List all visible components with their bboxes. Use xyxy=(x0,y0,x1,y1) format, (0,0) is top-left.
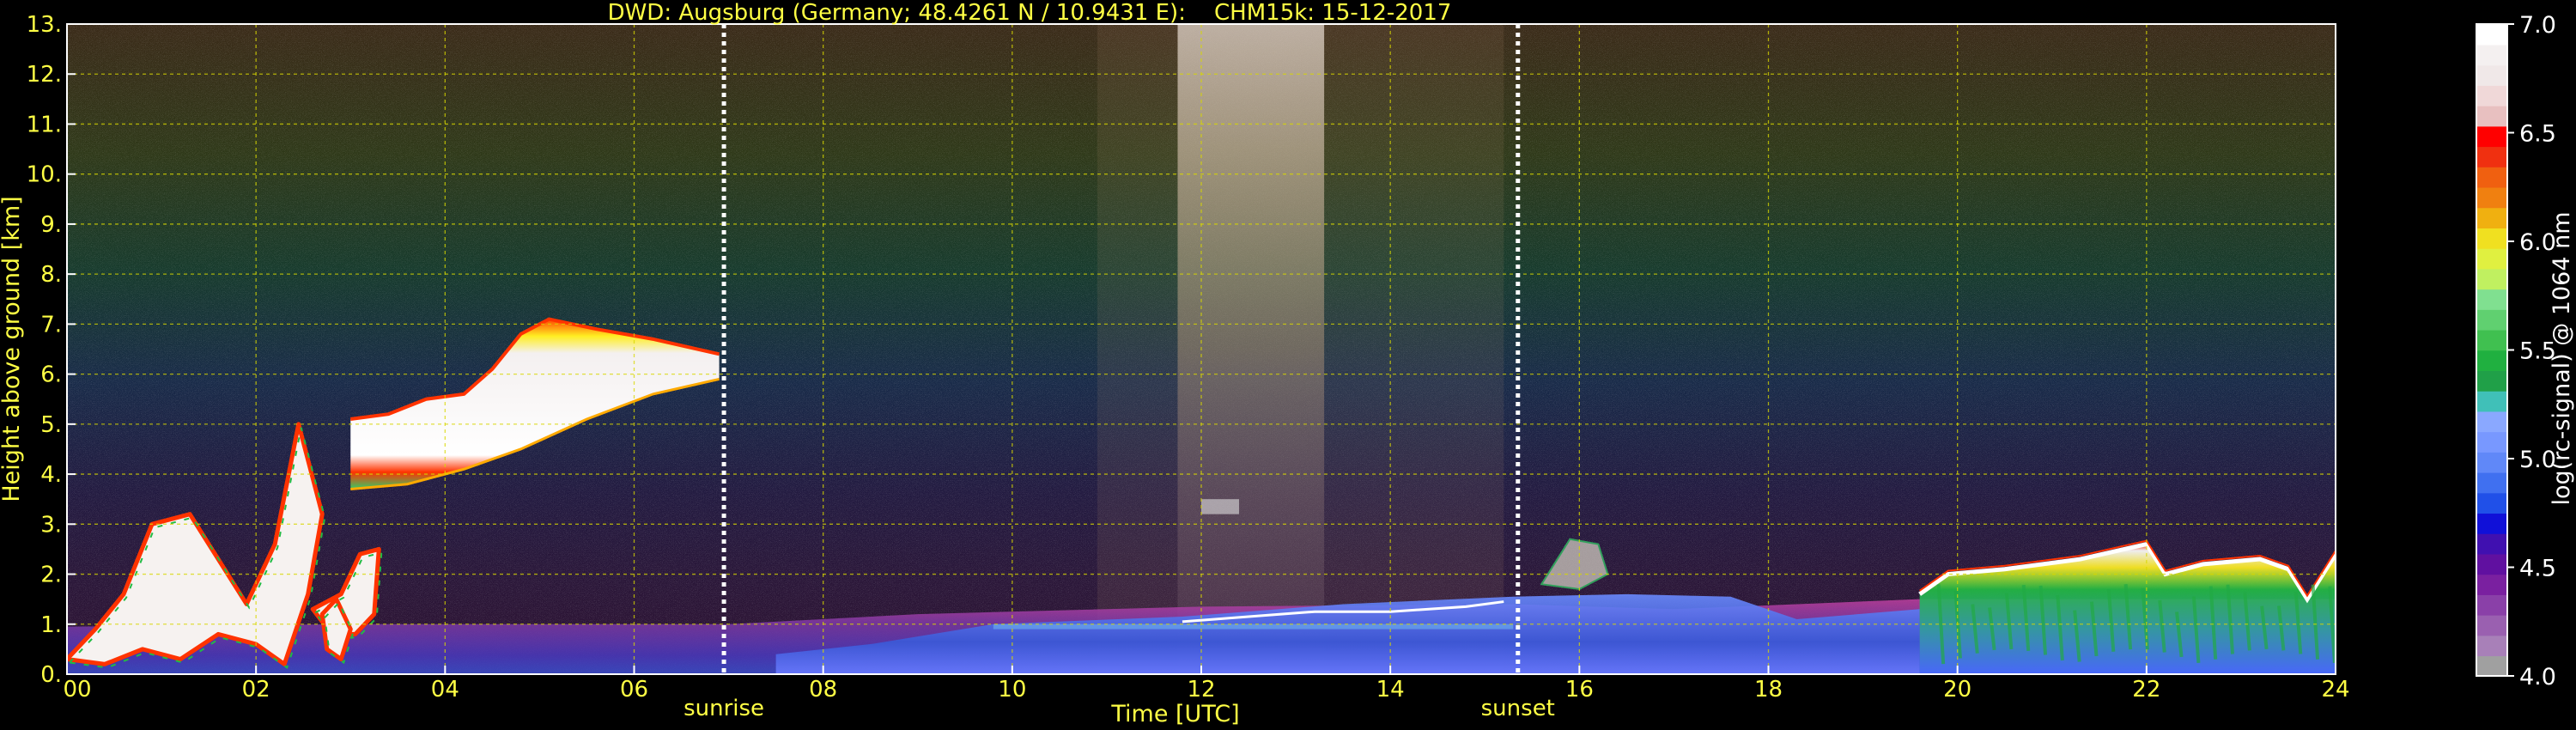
colorbar-segment xyxy=(2476,105,2507,127)
x-tick-label: 16 xyxy=(1565,677,1594,703)
x-tick-label: 08 xyxy=(809,677,837,703)
colorbar-tick-label: 4.5 xyxy=(2519,556,2556,582)
colorbar-segment xyxy=(2476,614,2507,636)
y-tick-label: 6. xyxy=(40,362,62,388)
colorbar-segment xyxy=(2476,635,2507,657)
colorbar-segment xyxy=(2476,411,2507,433)
colorbar-segment xyxy=(2476,146,2507,167)
colorbar-segment xyxy=(2476,574,2507,595)
y-tick-label: 0. xyxy=(40,662,62,688)
y-tick-label: 8. xyxy=(40,262,62,288)
colorbar-segment xyxy=(2476,513,2507,534)
x-tick-label: 20 xyxy=(1943,677,1971,703)
x-tick-label: 24 xyxy=(2321,677,2349,703)
colorbar-segment xyxy=(2476,44,2507,66)
x-tick-label: 00 xyxy=(63,677,91,703)
sunrise-label: sunrise xyxy=(683,696,764,721)
noon-cloud-fragment xyxy=(1201,499,1240,514)
colorbar-segment xyxy=(2476,431,2507,453)
colorbar-segment xyxy=(2476,390,2507,412)
y-tick-label: 11. xyxy=(27,112,62,137)
sunset-label: sunset xyxy=(1481,696,1555,721)
colorbar-segment xyxy=(2476,471,2507,494)
colorbar-segment xyxy=(2476,452,2507,473)
y-tick-label: 12. xyxy=(27,62,62,88)
y-axis-label: Height above ground [km] xyxy=(0,196,25,502)
y-tick-label: 4. xyxy=(40,462,62,488)
colorbar-tick-label: 4.0 xyxy=(2519,664,2556,690)
y-tick-label: 9. xyxy=(40,212,62,238)
colorbar-label: log(rc-signal) @ 1064 nm xyxy=(2549,211,2575,505)
x-tick-label: 06 xyxy=(620,677,648,703)
colorbar-tick-label: 6.5 xyxy=(2519,121,2556,148)
x-tick-label: 18 xyxy=(1754,677,1783,703)
colorbar-segment xyxy=(2476,247,2507,270)
colorbar-segment xyxy=(2476,553,2507,575)
y-tick-label: 5. xyxy=(40,412,62,438)
colorbar-segment xyxy=(2476,64,2507,86)
colorbar-segment xyxy=(2476,329,2507,351)
y-tick-label: 13. xyxy=(27,12,62,38)
x-tick-label: 12 xyxy=(1187,677,1215,703)
colorbar-segment xyxy=(2476,228,2507,249)
y-tick-label: 3. xyxy=(40,512,62,538)
y-tick-label: 2. xyxy=(40,563,62,588)
colorbar-segment xyxy=(2476,207,2507,228)
colorbar-segment xyxy=(2476,309,2507,331)
colorbar-segment xyxy=(2476,289,2507,310)
colorbar-segment xyxy=(2476,492,2507,514)
y-tick-label: 7. xyxy=(40,312,62,338)
colorbar-segment xyxy=(2476,85,2507,106)
chart-title: DWD: Augsburg (Germany; 48.4261 N / 10.9… xyxy=(608,0,1452,26)
y-tick-label: 10. xyxy=(27,162,62,188)
colorbar-segment xyxy=(2476,186,2507,209)
x-tick-label: 22 xyxy=(2132,677,2160,703)
colorbar-segment xyxy=(2476,655,2507,677)
x-tick-label: 02 xyxy=(242,677,270,703)
colorbar-segment xyxy=(2476,594,2507,616)
x-tick-label: 04 xyxy=(431,677,459,703)
colorbar: 4.04.55.05.56.06.57.0 xyxy=(2476,12,2556,690)
lidar-backscatter-chart: sunrise sunset 00 02 04 06 08 10 12 14 16 18 20 22 24… xyxy=(0,0,2575,727)
colorbar-segment xyxy=(2476,532,2507,555)
x-axis-label: Time [UTC] xyxy=(1110,701,1239,727)
colorbar-segment xyxy=(2476,125,2507,148)
colorbar-segment xyxy=(2476,370,2507,392)
x-tick-label: 10 xyxy=(998,677,1026,703)
colorbar-segment xyxy=(2476,24,2507,46)
colorbar-segment xyxy=(2476,167,2507,188)
colorbar-segment xyxy=(2476,268,2507,290)
colorbar-segment xyxy=(2476,350,2507,372)
aerosol-layer-top-highlight xyxy=(993,624,1514,630)
colorbar-tick-label: 7.0 xyxy=(2519,12,2556,39)
afternoon-noise-haze xyxy=(1097,24,1504,674)
x-tick-label: 14 xyxy=(1376,677,1405,703)
y-tick-label: 1. xyxy=(40,612,62,638)
